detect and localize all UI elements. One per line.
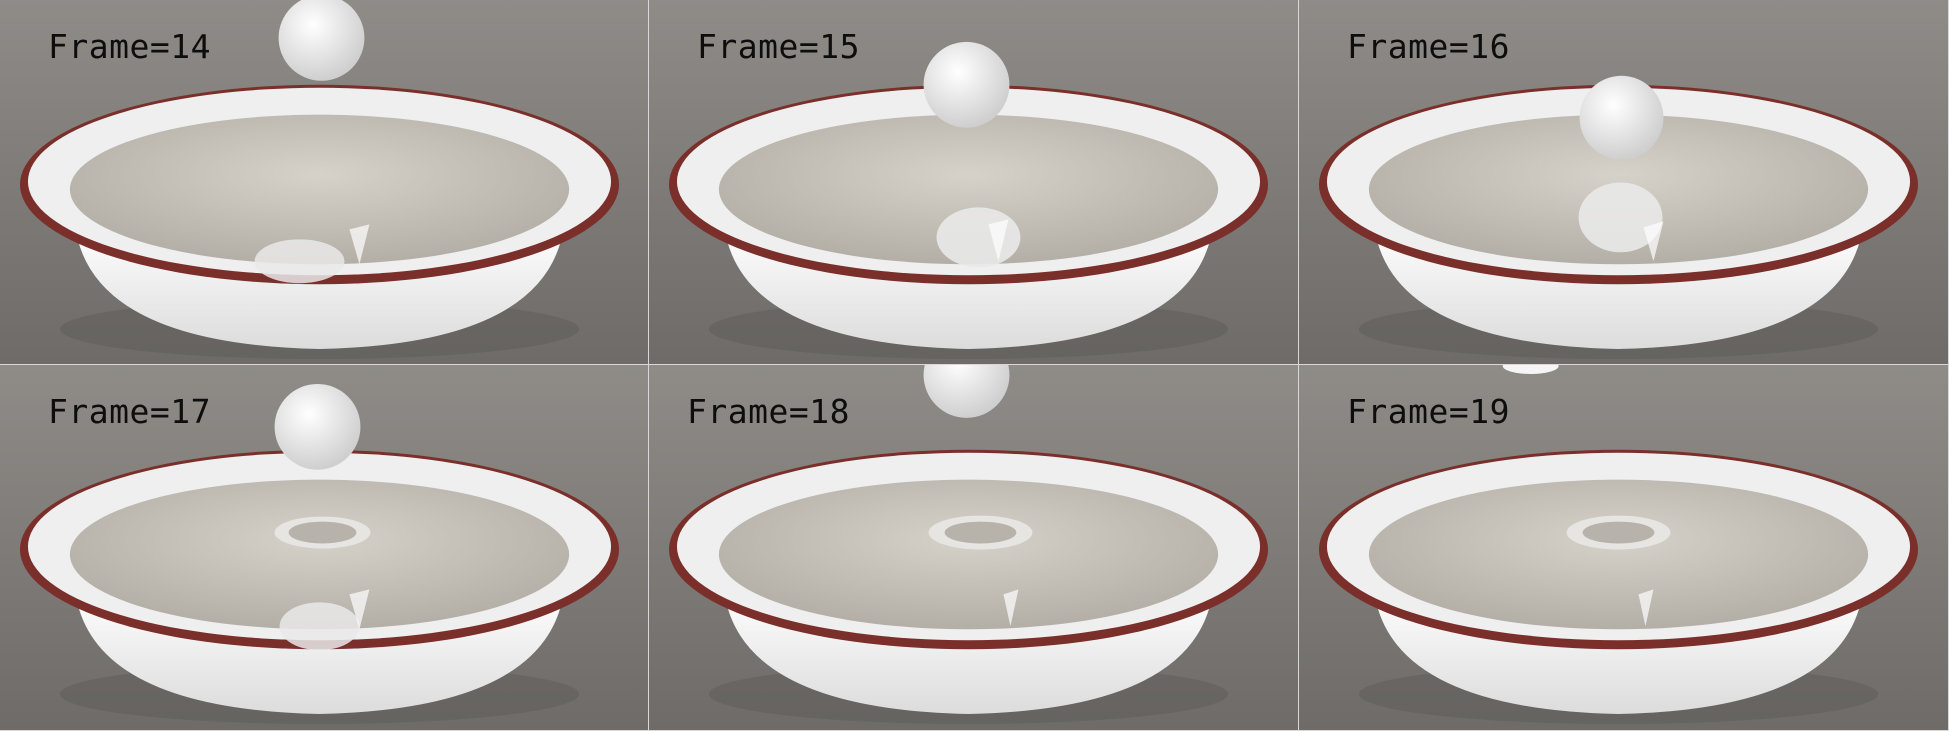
- frame-panel-14: Frame=14: [0, 0, 649, 365]
- frame-label: Frame=16: [1347, 27, 1510, 66]
- frame-panel-16: Frame=16: [1299, 0, 1949, 365]
- frame-grid: Frame=14 Frame=15 Frame=16 Frame=17 Fram…: [0, 0, 1949, 731]
- frame-label: Frame=19: [1347, 392, 1510, 431]
- frame-panel-17: Frame=17: [0, 365, 649, 731]
- frame-panel-19: Frame=19: [1299, 365, 1949, 731]
- frame-label: Frame=15: [697, 27, 860, 66]
- frame-panel-15: Frame=15: [649, 0, 1299, 365]
- frame-label: Frame=17: [48, 392, 211, 431]
- frame-label: Frame=14: [48, 27, 211, 66]
- frame-panel-18: Frame=18: [649, 365, 1299, 731]
- frame-label: Frame=18: [687, 392, 850, 431]
